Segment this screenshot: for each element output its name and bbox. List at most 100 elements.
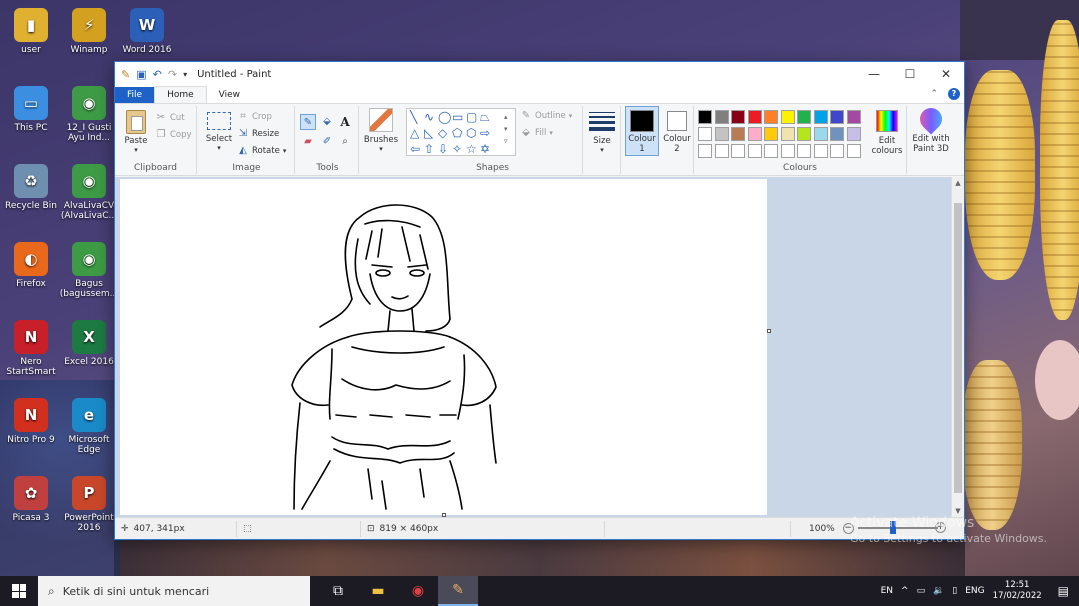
help-icon[interactable]: ?: [948, 88, 960, 100]
six-point-star-icon[interactable]: ✡: [480, 143, 490, 155]
shapes-gallery[interactable]: ╲ ∿ ◯ ▭ ▢ ⏢ △ ◺ ◇ ⬠ ⬡ ⇨ ⇦ ⇧ ⇩ ✧ ☆ ✡ ▴ ▾ ▿: [406, 108, 516, 156]
close-button[interactable]: ✕: [928, 67, 964, 81]
palette-swatch[interactable]: [846, 110, 861, 124]
palette-swatch[interactable]: [731, 144, 745, 158]
palette-swatch[interactable]: [780, 144, 795, 158]
desktop-icon-word[interactable]: W Word 2016: [116, 8, 178, 55]
right-triangle-icon[interactable]: ◺: [424, 127, 433, 139]
desktop-icon-user[interactable]: ▮ user: [0, 8, 62, 55]
palette-swatch[interactable]: [813, 127, 828, 141]
left-arrow-icon[interactable]: ⇦: [410, 143, 420, 155]
colour-picker-icon[interactable]: ✐: [321, 136, 333, 148]
diamond-icon[interactable]: ◇: [438, 127, 447, 139]
polygon-icon[interactable]: ⏢: [480, 111, 490, 123]
network-icon[interactable]: ▭: [917, 586, 926, 596]
palette-swatch[interactable]: [714, 144, 729, 158]
cut-button[interactable]: ✂ Cut: [155, 112, 185, 124]
size-button[interactable]: Size ▾: [587, 110, 617, 154]
palette-swatch[interactable]: [747, 144, 762, 158]
palette-swatch[interactable]: [764, 110, 778, 124]
desktop-icon-nitro[interactable]: N Nitro Pro 9: [0, 398, 62, 445]
canvas-resize-handle-right[interactable]: [767, 329, 771, 333]
pentagon-icon[interactable]: ⬠: [452, 127, 462, 139]
palette-swatch[interactable]: [698, 144, 712, 158]
desktop-icon-recycle[interactable]: ♻ Recycle Bin: [0, 164, 62, 211]
volume-icon[interactable]: 🔉: [933, 586, 944, 596]
triangle-icon[interactable]: △: [410, 127, 419, 139]
paint-window[interactable]: ✎ ▣ ↶ ↷ ▾ Untitled - Paint — ☐ ✕ File Ho…: [114, 61, 965, 540]
paste-button[interactable]: Paste ▾: [119, 110, 153, 154]
tab-file[interactable]: File: [115, 87, 155, 103]
palette-swatch[interactable]: [813, 110, 828, 124]
notifications-icon[interactable]: ▤: [1058, 584, 1069, 598]
palette-swatch[interactable]: [714, 127, 729, 141]
select-button[interactable]: Select ▾: [203, 110, 235, 152]
scroll-down-icon[interactable]: ▼: [952, 507, 964, 515]
title-bar[interactable]: ✎ ▣ ↶ ↷ ▾ Untitled - Paint — ☐ ✕: [115, 62, 964, 86]
scrollbar-thumb[interactable]: [954, 203, 962, 493]
rectangle-icon[interactable]: ▭: [452, 111, 463, 123]
palette-swatch[interactable]: [731, 110, 745, 124]
palette-swatch[interactable]: [846, 127, 861, 141]
colour1-button[interactable]: Colour 1: [625, 106, 659, 156]
desktop-icon-winamp[interactable]: ⚡ Winamp: [58, 8, 120, 55]
desktop-icon-thispc[interactable]: ▭ This PC: [0, 86, 62, 133]
right-arrow-icon[interactable]: ⇨: [480, 127, 490, 139]
canvas-workspace[interactable]: [115, 177, 953, 517]
desktop-icon-firefox[interactable]: ◐ Firefox: [0, 242, 62, 289]
show-hidden-icons-icon[interactable]: ^: [901, 586, 909, 596]
edit-with-paint3d-button[interactable]: Edit with Paint 3D: [909, 103, 953, 154]
palette-swatch[interactable]: [747, 127, 762, 141]
eraser-icon[interactable]: ▰: [302, 136, 314, 148]
palette-swatch[interactable]: [797, 110, 811, 124]
text-icon[interactable]: A: [339, 116, 351, 128]
outline-button[interactable]: ✎ Outline ▾: [520, 110, 572, 122]
task-view-icon[interactable]: ⧉: [318, 576, 358, 606]
customize-qa-icon[interactable]: ▾: [183, 70, 187, 79]
scroll-up-icon[interactable]: ▲: [952, 179, 964, 187]
input-language-short[interactable]: EN: [881, 586, 893, 596]
palette-swatch[interactable]: [780, 127, 795, 141]
desktop-icon-excel[interactable]: X Excel 2016: [58, 320, 120, 367]
start-button[interactable]: [0, 576, 38, 606]
drawing-canvas[interactable]: [120, 179, 771, 517]
palette-swatch[interactable]: [780, 110, 795, 124]
palette-swatch[interactable]: [830, 127, 844, 141]
palette-swatch[interactable]: [714, 110, 729, 124]
crop-button[interactable]: ⌗ Crop: [237, 111, 272, 123]
colour2-button[interactable]: Colour 2: [661, 106, 693, 154]
rotate-button[interactable]: ◭ Rotate ▾: [237, 145, 286, 157]
taskbar-search[interactable]: ⌕ Ketik di sini untuk mencari: [38, 576, 310, 606]
desktop-icon-chrome1[interactable]: ◉ 12_I Gusti Ayu Ind...: [58, 86, 120, 143]
tab-view[interactable]: View: [207, 87, 252, 103]
five-point-star-icon[interactable]: ☆: [466, 143, 477, 155]
palette-swatch[interactable]: [813, 144, 828, 158]
brushes-button[interactable]: Brushes ▾: [361, 108, 401, 153]
line-icon[interactable]: ╲: [410, 111, 417, 123]
palette-swatch[interactable]: [764, 144, 778, 158]
desktop-icon-edge[interactable]: e Microsoft Edge: [58, 398, 120, 455]
rounded-rectangle-icon[interactable]: ▢: [466, 111, 477, 123]
palette-swatch[interactable]: [797, 144, 811, 158]
palette-swatch[interactable]: [764, 127, 778, 141]
desktop-icon-chrome2[interactable]: ◉ AlvaLivaCV (AlvaLivaC...: [58, 164, 120, 221]
palette-swatch[interactable]: [731, 127, 745, 141]
shapes-scroll-icon[interactable]: ▴ ▾ ▿: [504, 111, 508, 147]
copy-button[interactable]: ❐ Copy: [155, 129, 192, 141]
minimize-button[interactable]: —: [856, 67, 892, 81]
palette-swatch[interactable]: [830, 110, 844, 124]
pencil-icon[interactable]: ✎: [300, 114, 316, 130]
maximize-button[interactable]: ☐: [892, 67, 928, 81]
desktop-icon-chrome3[interactable]: ◉ Bagus (bagussem...: [58, 242, 120, 299]
desktop-icon-nero[interactable]: N Nero StartSmart: [0, 320, 62, 377]
battery-icon[interactable]: ▯: [952, 586, 957, 596]
save-icon[interactable]: ▣: [136, 68, 146, 81]
desktop-icon-picasa[interactable]: ✿ Picasa 3: [0, 476, 62, 523]
desktop-icon-powerpoint[interactable]: P PowerPoint 2016: [58, 476, 120, 533]
magnifier-icon[interactable]: ⌕: [339, 136, 351, 148]
palette-swatch[interactable]: [830, 144, 844, 158]
edit-colours-button[interactable]: Edit colours: [868, 110, 906, 156]
collapse-ribbon-icon[interactable]: ⌃: [930, 89, 938, 99]
clock[interactable]: 12:51 17/02/2022: [993, 580, 1042, 602]
palette-swatch[interactable]: [797, 127, 811, 141]
